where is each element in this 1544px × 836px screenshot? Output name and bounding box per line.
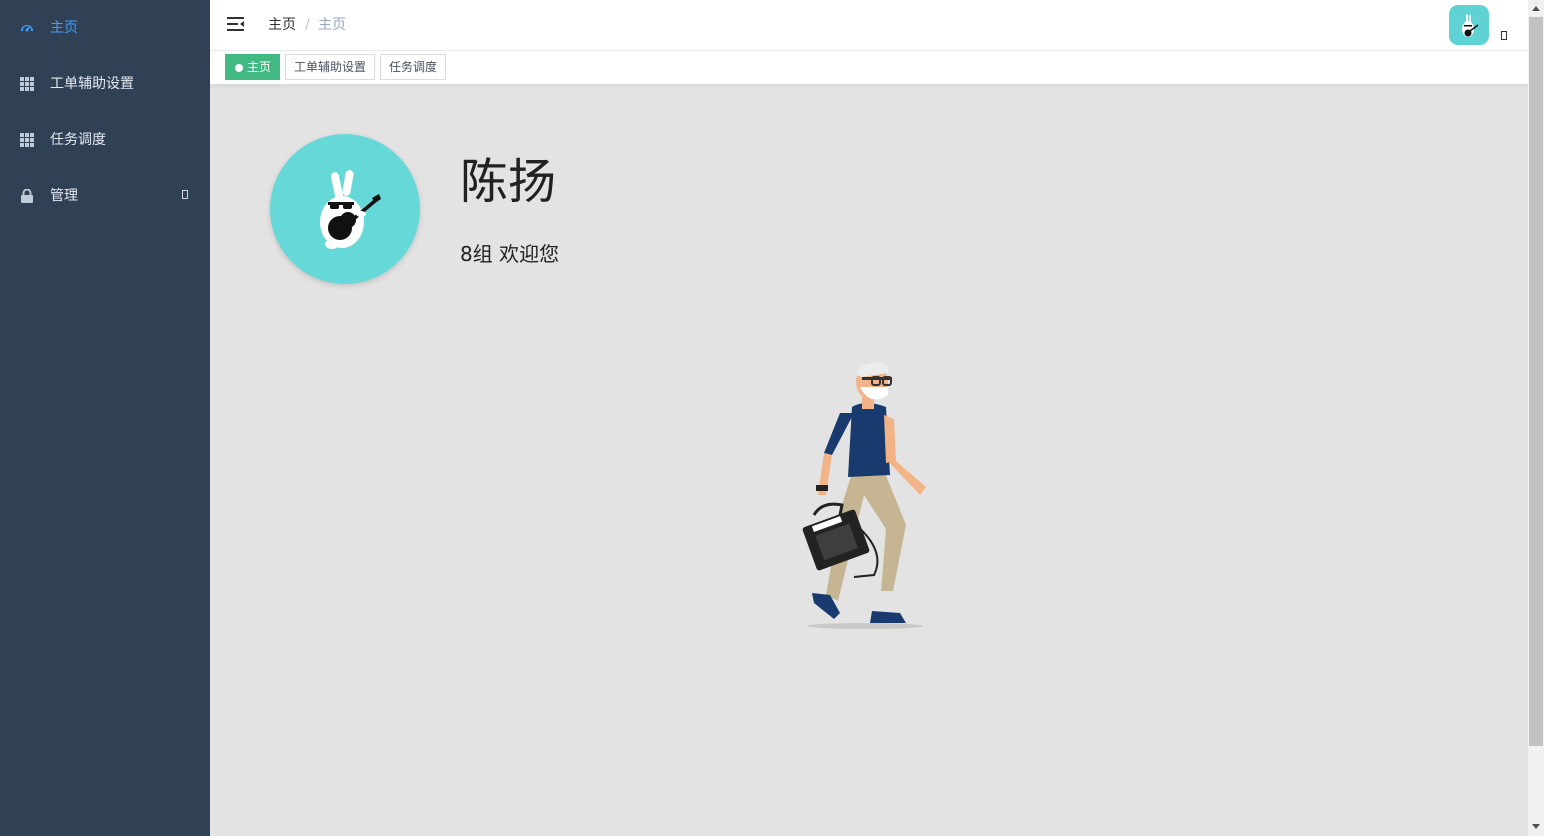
dropdown-caret-icon[interactable] — [1501, 31, 1507, 40]
tag-task-scheduling[interactable]: 任务调度 — [380, 54, 447, 80]
submenu-arrow-icon — [182, 190, 188, 199]
sidebar-item-management[interactable]: 管理 — [0, 168, 210, 224]
vertical-scrollbar[interactable] — [1528, 0, 1544, 836]
tag-home[interactable]: 主页 — [225, 54, 281, 80]
breadcrumb-item[interactable]: 主页 — [268, 16, 296, 34]
table-icon — [20, 77, 34, 91]
welcome-message: 8组 欢迎您 — [460, 242, 560, 266]
sidebar-item-workorder-settings[interactable]: 工单辅助设置 — [0, 56, 210, 112]
profile-avatar — [270, 134, 420, 284]
hamburger-menu-icon[interactable] — [227, 16, 245, 32]
sidebar-item-label: 管理 — [50, 188, 78, 204]
scroll-down-arrow-icon[interactable] — [1532, 824, 1540, 829]
table-icon — [20, 133, 34, 147]
sidebar: 主页 工单辅助设置 任务调度 管理 — [0, 0, 210, 836]
lock-icon — [20, 188, 34, 203]
sidebar-item-label: 主页 — [50, 20, 78, 36]
breadcrumb-current: 主页 — [318, 17, 346, 33]
walking-man-illustration — [790, 355, 940, 635]
tag-label: 工单辅助设置 — [294, 60, 367, 74]
tag-label: 任务调度 — [389, 60, 438, 74]
tag-workorder-settings[interactable]: 工单辅助设置 — [285, 54, 376, 80]
user-avatar[interactable] — [1449, 5, 1489, 45]
navbar: 主页 / 主页 — [210, 0, 1528, 51]
tags-view: 主页 工单辅助设置 任务调度 — [210, 51, 1528, 85]
dashboard-icon — [20, 21, 34, 35]
scroll-up-arrow-icon[interactable] — [1532, 6, 1540, 11]
active-dot-icon — [235, 64, 243, 72]
user-name: 陈扬 — [460, 154, 557, 210]
sidebar-item-task-scheduling[interactable]: 任务调度 — [0, 112, 210, 168]
scroll-thumb[interactable] — [1529, 17, 1543, 746]
tag-label: 主页 — [247, 60, 272, 74]
breadcrumb-separator: / — [305, 17, 310, 33]
sidebar-item-label: 工单辅助设置 — [50, 76, 134, 92]
sidebar-item-label: 任务调度 — [50, 132, 106, 148]
sidebar-item-home[interactable]: 主页 — [0, 0, 210, 56]
